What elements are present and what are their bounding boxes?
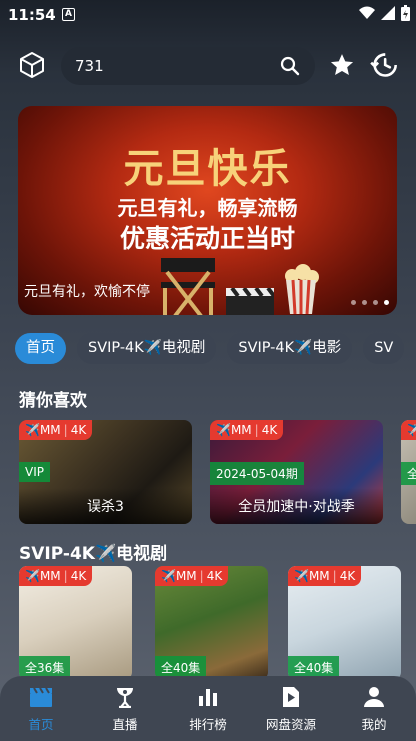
search-input[interactable]: 731 bbox=[75, 57, 104, 75]
nav-cloud-drive[interactable]: 网盘资源 bbox=[256, 686, 326, 733]
wifi-icon bbox=[359, 6, 375, 19]
tab-more[interactable]: SV bbox=[363, 333, 405, 364]
video-card[interactable]: ✈️ 全 bbox=[401, 420, 416, 524]
vip-tag: VIP bbox=[19, 462, 50, 482]
pagination-dot[interactable] bbox=[384, 300, 389, 305]
play-file-icon bbox=[283, 687, 299, 707]
satellite-dish-icon bbox=[117, 688, 133, 708]
nav-ranking[interactable]: 排行榜 bbox=[173, 686, 243, 733]
section-title-svip-tv: SVIP-4K✈️电视剧 bbox=[19, 544, 168, 564]
clapperboard-graphic bbox=[226, 288, 274, 315]
nav-label: 首页 bbox=[28, 717, 54, 732]
card-title: 全员加速中·对战季 bbox=[238, 499, 355, 515]
popcorn-graphic bbox=[285, 264, 319, 314]
search-icon[interactable] bbox=[279, 55, 301, 77]
card-title: 误杀3 bbox=[87, 499, 124, 515]
bottom-nav: 首页 直播 排行榜 网盘资源 我的 bbox=[0, 676, 416, 741]
search-bar[interactable]: 731 bbox=[61, 47, 315, 85]
video-card[interactable]: ✈️MM | 4K 2024-05-04期 全员加速中·对战季 bbox=[210, 420, 383, 524]
banner-headline: 元旦快乐 bbox=[123, 145, 292, 192]
status-bar: 11:54 A bbox=[0, 0, 416, 30]
video-card[interactable]: ✈️MM | 4K 全36集 bbox=[19, 566, 132, 680]
banner-line2: 优惠活动正当时 bbox=[119, 224, 295, 253]
source-badge: ✈️ bbox=[401, 420, 416, 440]
episode-tag: 2024-05-04期 bbox=[210, 462, 304, 485]
bar-chart-icon bbox=[199, 689, 217, 706]
video-card[interactable]: ✈️MM | 4K VIP 误杀3 bbox=[19, 420, 192, 524]
status-time: 11:54 bbox=[8, 6, 56, 24]
director-chair-graphic bbox=[161, 258, 215, 315]
top-bar: 731 bbox=[0, 44, 416, 86]
clapperboard-icon bbox=[30, 687, 52, 707]
person-icon bbox=[364, 687, 384, 707]
battery-icon bbox=[401, 5, 410, 21]
video-card[interactable]: ✈️MM | 4K 全40集 bbox=[155, 566, 268, 680]
cube-logo-icon[interactable] bbox=[17, 50, 47, 80]
nav-label: 直播 bbox=[112, 717, 138, 732]
section-title-guess: 猜你喜欢 bbox=[19, 391, 87, 411]
nav-label: 排行榜 bbox=[189, 717, 227, 732]
favorites-star-icon[interactable] bbox=[329, 52, 355, 78]
nav-label: 我的 bbox=[361, 717, 387, 732]
pagination-dot[interactable] bbox=[373, 300, 378, 305]
banner-pagination[interactable] bbox=[351, 300, 389, 305]
category-tabs: 首页 SVIP-4K✈️电视剧 SVIP-4K✈️电影 SV bbox=[15, 333, 405, 364]
signal-icon bbox=[381, 6, 395, 20]
video-card[interactable]: ✈️MM | 4K 全40集 bbox=[288, 566, 401, 680]
source-badge: ✈️MM | 4K bbox=[288, 566, 362, 586]
tab-svip-movie[interactable]: SVIP-4K✈️电影 bbox=[227, 333, 353, 364]
source-badge: ✈️MM | 4K bbox=[155, 566, 229, 586]
source-badge: ✈️MM | 4K bbox=[210, 420, 284, 440]
app-notification-icon: A bbox=[62, 8, 75, 21]
pagination-dot[interactable] bbox=[351, 300, 356, 305]
nav-live[interactable]: 直播 bbox=[90, 686, 160, 733]
nav-home[interactable]: 首页 bbox=[6, 686, 76, 733]
nav-label: 网盘资源 bbox=[265, 717, 316, 732]
banner-line1: 元旦有礼，畅享流畅 bbox=[117, 196, 298, 220]
episode-tag: 全 bbox=[401, 462, 416, 485]
tab-svip-tv[interactable]: SVIP-4K✈️电视剧 bbox=[77, 333, 217, 364]
promo-banner[interactable]: 元旦快乐 元旦有礼，畅享流畅 优惠活动正当时 元旦有礼，欢愉不停 bbox=[18, 106, 397, 315]
source-badge: ✈️MM | 4K bbox=[19, 566, 93, 586]
nav-profile[interactable]: 我的 bbox=[339, 686, 409, 733]
banner-caption: 元旦有礼，欢愉不停 bbox=[24, 284, 150, 300]
tab-home[interactable]: 首页 bbox=[15, 333, 66, 364]
history-icon[interactable] bbox=[370, 51, 398, 79]
source-badge: ✈️MM | 4K bbox=[19, 420, 93, 440]
pagination-dot[interactable] bbox=[362, 300, 367, 305]
